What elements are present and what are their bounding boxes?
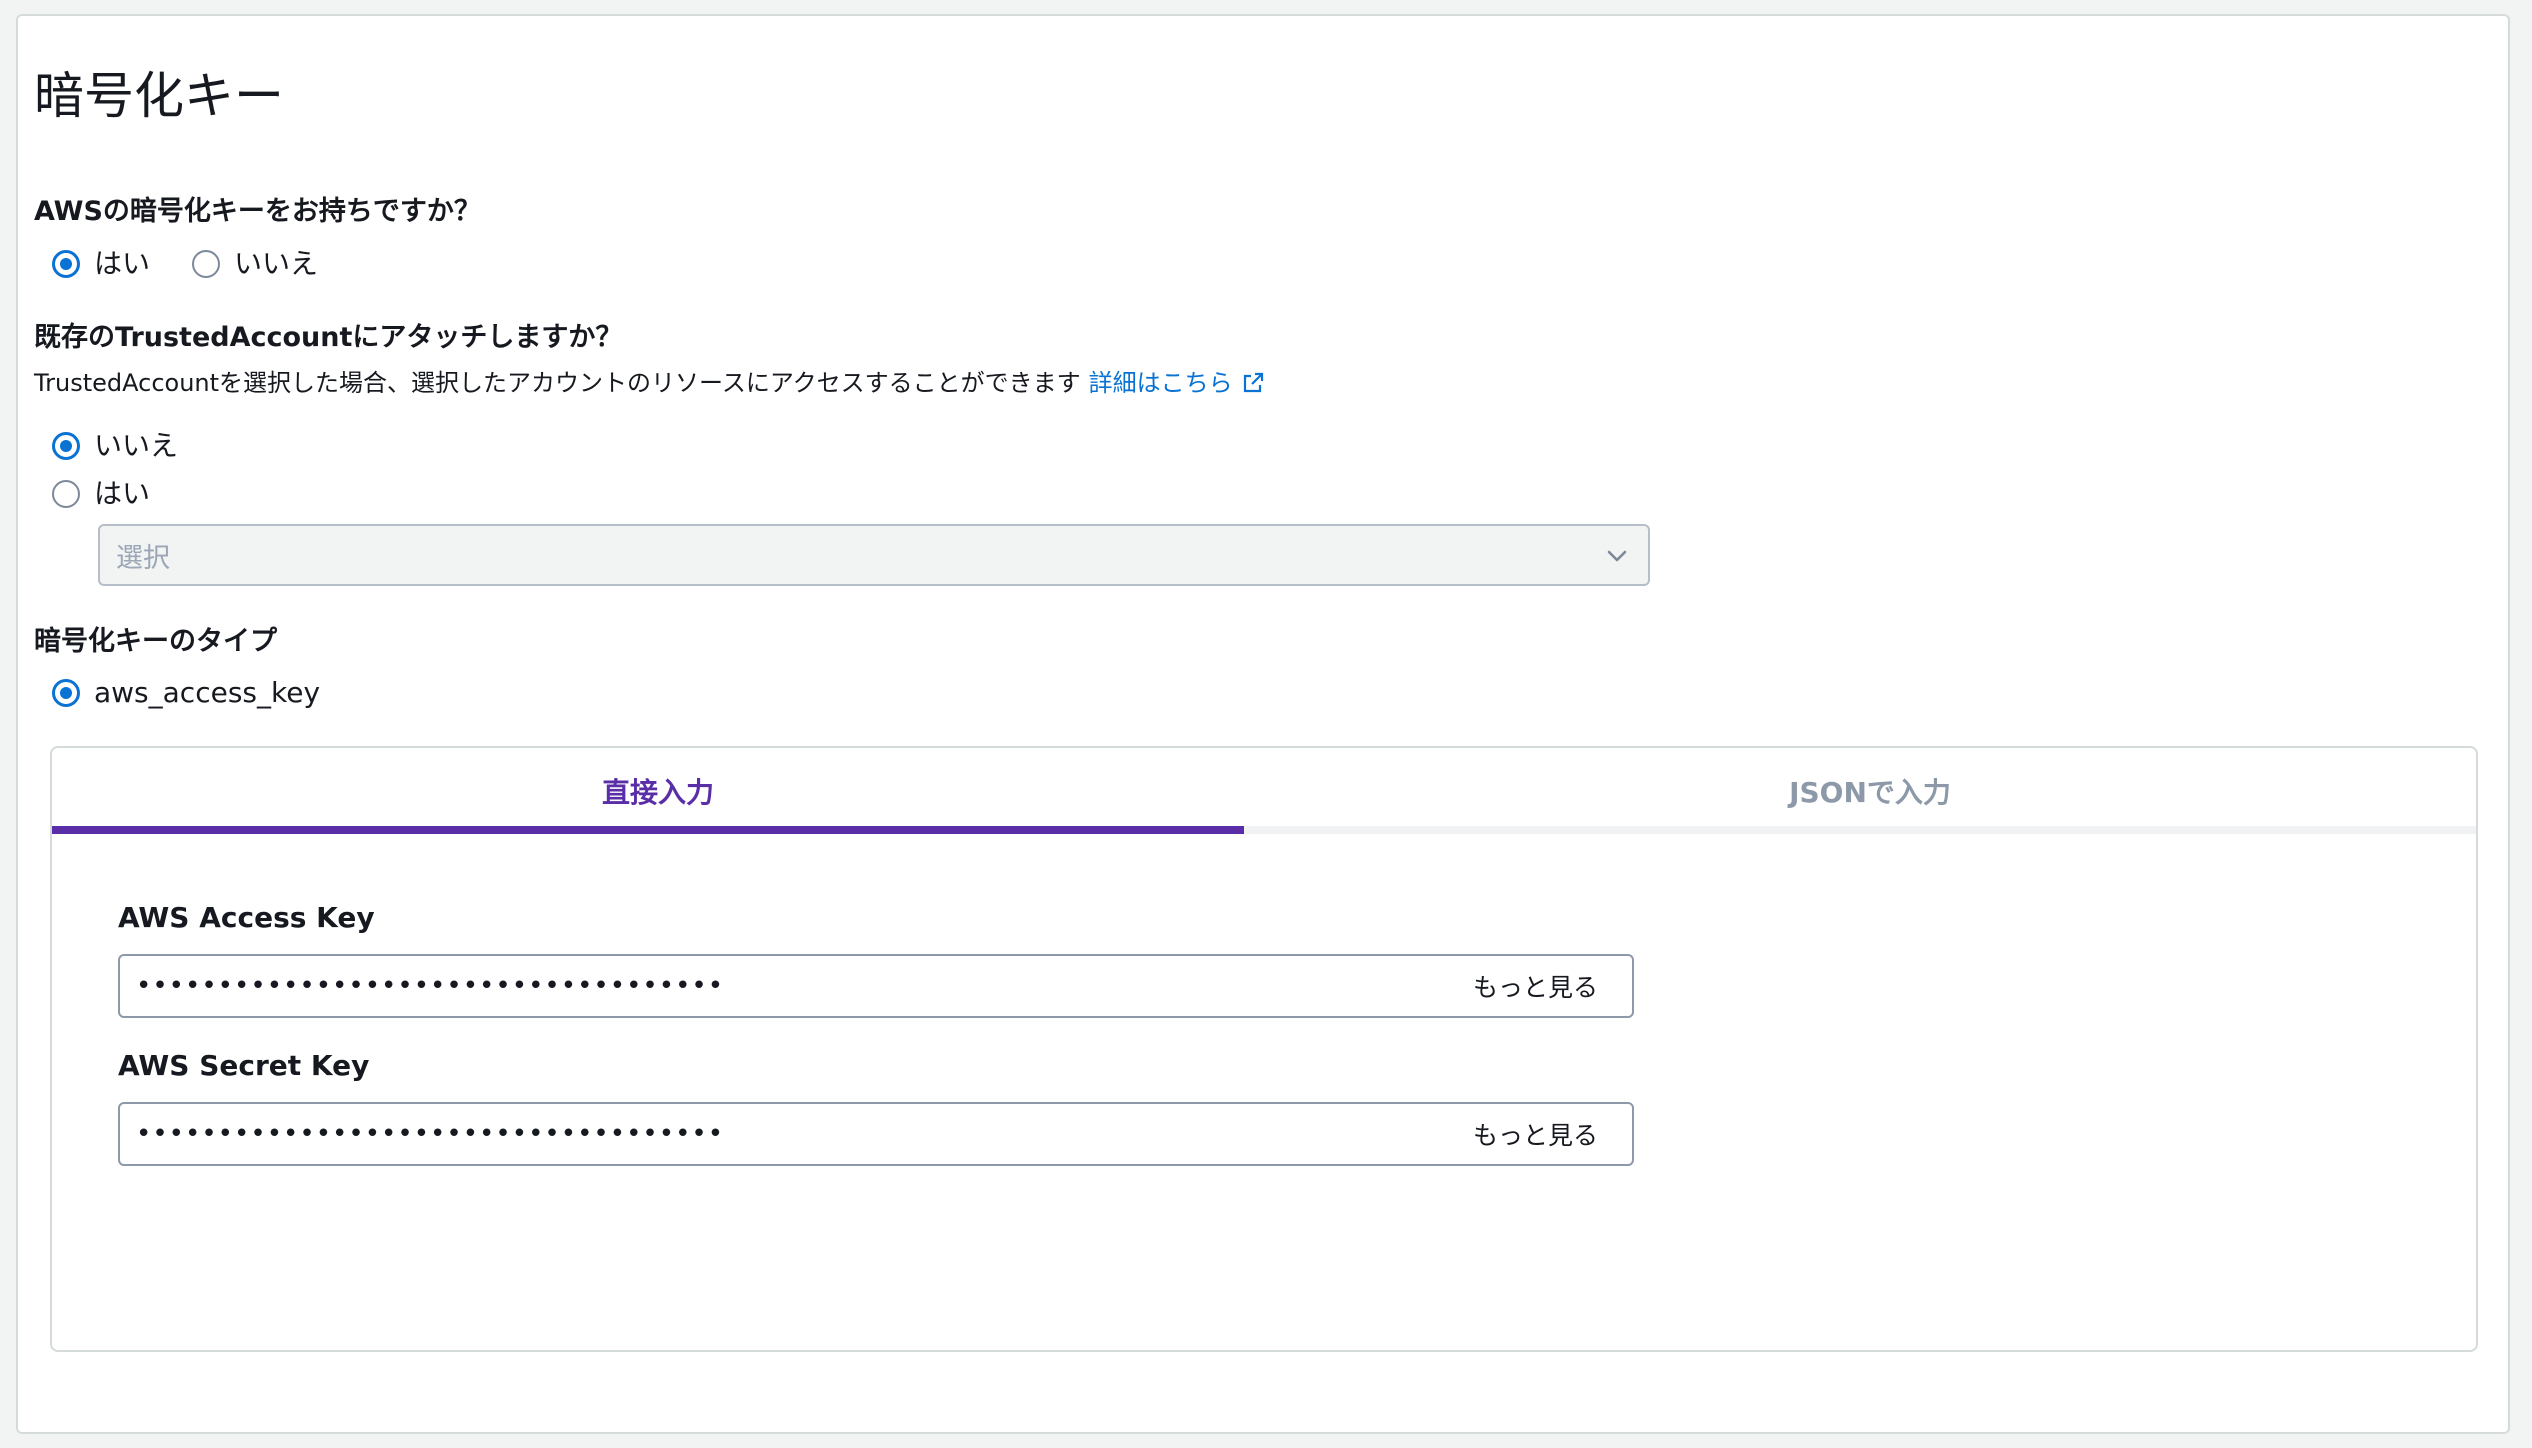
aws-key-yes-radio[interactable]: はい (52, 246, 150, 282)
aws-key-question-label: AWSの暗号化キーをお持ちですか？ (34, 196, 481, 227)
credentials-tabs: 直接入力 JSONで入力 AWS Access Key ••••••••••••… (50, 746, 2478, 1352)
trusted-account-select[interactable]: 選択 (98, 524, 1650, 586)
aws-secret-key-label: AWS Secret Key (118, 1049, 370, 1082)
help-description: TrustedAccountを選択した場合、選択したアカウントのリソースにアクセ… (34, 369, 1081, 397)
trusted-account-help-text: TrustedAccountを選択した場合、選択したアカウントのリソースにアクセ… (34, 366, 1265, 400)
aws-secret-key-show-button[interactable]: もっと見る (1473, 1116, 1598, 1152)
key-type-aws-access-key-radio[interactable]: aws_access_key (52, 675, 320, 711)
aws-secret-key-value[interactable]: •••••••••••••••••••••••••••••••••••• (136, 1119, 1473, 1149)
page-title: 暗号化キー (34, 67, 284, 125)
trusted-account-question-label: 既存のTrustedAccountにアタッチしますか？ (34, 322, 623, 353)
radio-unchecked-icon[interactable] (52, 480, 80, 508)
learn-more-link-text[interactable]: 詳細はこちら (1089, 366, 1233, 400)
radio-label: はい (94, 247, 151, 280)
trusted-account-yes-radio[interactable]: はい (52, 476, 150, 512)
tab-list: 直接入力 JSONで入力 (52, 748, 2476, 834)
radio-label: aws_access_key (94, 676, 321, 709)
aws-access-key-value[interactable]: •••••••••••••••••••••••••••••••••••• (136, 971, 1473, 1001)
radio-label: いいえ (94, 429, 179, 462)
aws-secret-key-input[interactable]: •••••••••••••••••••••••••••••••••••• もっと… (118, 1102, 1634, 1166)
key-type-label: 暗号化キーのタイプ (34, 626, 277, 657)
radio-checked-icon[interactable] (52, 250, 80, 278)
radio-checked-icon[interactable] (52, 432, 80, 460)
radio-label: いいえ (234, 247, 319, 280)
aws-access-key-input[interactable]: •••••••••••••••••••••••••••••••••••• もっと… (118, 954, 1634, 1018)
aws-access-key-label: AWS Access Key (118, 901, 375, 934)
learn-more-link[interactable]: 詳細はこちら (1089, 366, 1265, 400)
aws-key-no-radio[interactable]: いいえ (192, 246, 318, 282)
active-tab-indicator (52, 826, 1244, 834)
radio-unchecked-icon[interactable] (192, 250, 220, 278)
trusted-account-no-radio[interactable]: いいえ (52, 428, 178, 464)
tab-json-input[interactable]: JSONで入力 (1264, 748, 2476, 834)
radio-checked-icon[interactable] (52, 679, 80, 707)
aws-access-key-show-button[interactable]: もっと見る (1473, 968, 1598, 1004)
select-placeholder: 選択 (116, 542, 170, 574)
radio-label: はい (94, 477, 151, 510)
external-link-icon[interactable] (1241, 371, 1265, 395)
chevron-down-icon[interactable] (1604, 543, 1630, 569)
tab-direct-input[interactable]: 直接入力 (52, 748, 1264, 834)
